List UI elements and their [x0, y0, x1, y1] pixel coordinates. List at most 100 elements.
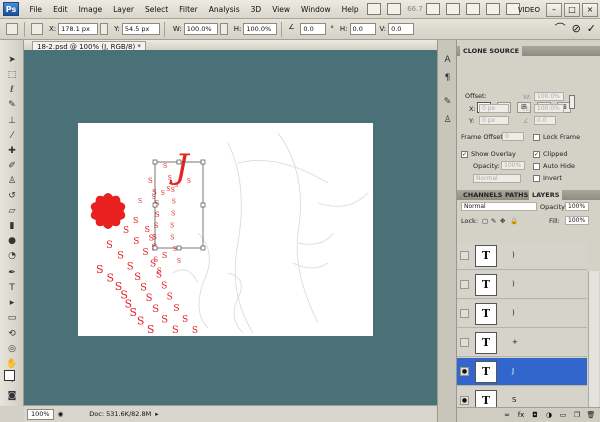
transform-tool-icon[interactable] — [6, 23, 18, 35]
layer-style-icon[interactable]: fx — [516, 410, 526, 420]
lock-all-icon[interactable]: 🔒 — [510, 217, 518, 225]
lasso-tool-icon[interactable]: ℓ — [5, 84, 19, 96]
add-mask-icon[interactable]: ◘ — [530, 410, 540, 420]
menu-select[interactable]: Select — [140, 0, 174, 19]
menu-image[interactable]: Image — [73, 0, 108, 19]
commit-transform-icon[interactable]: ✓ — [587, 22, 596, 36]
scale-h-field[interactable]: 100.0% — [534, 104, 564, 113]
scale-w-field[interactable]: 100.0% — [534, 92, 564, 101]
frame-offset-field[interactable]: 0 — [502, 132, 524, 141]
reset-transform-icon[interactable] — [569, 95, 575, 109]
layer-row[interactable]: T) — [457, 271, 587, 299]
relative-position-icon[interactable] — [100, 23, 109, 35]
gradient-tool-icon[interactable]: ▮ — [5, 220, 19, 232]
fill-field[interactable]: 100% — [565, 216, 589, 225]
overlay-opacity-field[interactable]: 100% — [501, 161, 525, 170]
shape-tool-icon[interactable]: ▭ — [5, 312, 19, 324]
cancel-transform-icon[interactable]: ⊘ — [572, 22, 581, 36]
brushes-panel-icon[interactable]: ✎ — [441, 96, 454, 109]
rotate-angle-field[interactable]: 0.0 — [534, 116, 556, 125]
new-layer-icon[interactable]: ❐ — [572, 410, 582, 420]
visibility-eye-icon[interactable] — [460, 251, 469, 260]
layer-row[interactable]: T + — [457, 329, 587, 357]
menu-filter[interactable]: Filter — [174, 0, 204, 19]
healing-tool-icon[interactable]: ✚ — [5, 145, 19, 157]
warp-toggle-icon[interactable]: ⌒ — [555, 22, 566, 36]
zoom-level[interactable]: 66.7 — [407, 5, 423, 13]
tab-clone-source[interactable]: CLONE SOURCE — [460, 46, 523, 56]
x-field[interactable]: 178.1 px — [58, 23, 99, 35]
marquee-tool-icon[interactable]: ⬚ — [5, 69, 19, 81]
w-field[interactable]: 100.0% — [183, 23, 218, 35]
menu-layer[interactable]: Layer — [108, 0, 140, 19]
layer-opacity-field[interactable]: 100% — [565, 202, 589, 211]
maximize-button[interactable]: □ — [564, 2, 580, 17]
visibility-eye-icon[interactable] — [460, 309, 469, 318]
menu-window[interactable]: Window — [296, 0, 337, 19]
type-tool-icon[interactable]: T — [5, 282, 19, 294]
close-button[interactable]: × — [582, 2, 598, 17]
link-layers-icon[interactable]: ∞ — [502, 410, 512, 420]
path-select-tool-icon[interactable]: ▸ — [5, 297, 19, 309]
hand-icon[interactable] — [425, 3, 440, 15]
quick-select-tool-icon[interactable]: ✎ — [5, 99, 19, 111]
skew-h-field[interactable]: 0.0 — [349, 23, 376, 35]
menu-view[interactable]: View — [267, 0, 296, 19]
link-icon[interactable] — [219, 23, 228, 35]
layer-row[interactable]: T) — [457, 242, 587, 270]
lock-position-icon[interactable]: ✥ — [500, 217, 505, 225]
3d-orbit-tool-icon[interactable]: ◎ — [5, 343, 19, 355]
skew-v-field[interactable]: 0.0 — [388, 23, 415, 35]
layers-scrollbar[interactable] — [588, 271, 599, 407]
status-zoom-field[interactable]: 100% — [27, 408, 54, 420]
tab-layers[interactable]: LAYERS — [529, 190, 563, 200]
menu-analysis[interactable]: Analysis — [203, 0, 245, 19]
foreground-color-swatch[interactable] — [4, 370, 15, 381]
3d-rotate-tool-icon[interactable]: ⟲ — [5, 328, 19, 340]
paragraph-panel-icon[interactable]: ¶ — [441, 72, 454, 85]
visibility-eye-icon[interactable]: ● — [460, 367, 469, 376]
visibility-eye-icon[interactable]: ● — [460, 396, 469, 405]
menu-3d[interactable]: 3D — [245, 0, 267, 19]
hand-tool-icon[interactable]: ✋ — [5, 358, 19, 370]
y-field[interactable]: 54.5 px — [121, 23, 160, 35]
lock-frame-checkbox[interactable] — [533, 134, 540, 141]
clone-source-panel-icon[interactable]: ♙ — [441, 114, 454, 127]
history-brush-tool-icon[interactable]: ↺ — [5, 190, 19, 202]
tab-paths[interactable]: PATHS — [502, 190, 531, 200]
workspace-switcher[interactable]: VIDEO — [518, 6, 540, 14]
blur-tool-icon[interactable]: ● — [5, 235, 19, 247]
canvas-area[interactable]: SSSSSSSSSSSSSSSSSSSSSSSSSSSSSSSSSSSSSSSS… — [24, 50, 437, 405]
dodge-tool-icon[interactable]: ◔ — [5, 250, 19, 262]
pen-tool-icon[interactable]: ✒ — [5, 267, 19, 279]
rotate-view-icon[interactable] — [465, 3, 480, 15]
h-field[interactable]: 100.0% — [243, 23, 278, 35]
crop-tool-icon[interactable]: ⊥ — [5, 115, 19, 127]
angle-field[interactable]: 0.0 — [300, 23, 327, 35]
offset-y-field[interactable]: 0 px — [479, 116, 509, 125]
lock-transparent-icon[interactable]: ▢ — [482, 217, 488, 225]
tab-channels[interactable]: CHANNELS — [460, 190, 505, 200]
visibility-eye-icon[interactable] — [460, 280, 469, 289]
menu-help[interactable]: Help — [336, 0, 364, 19]
visibility-eye-icon[interactable] — [460, 338, 469, 347]
status-arrow-icon[interactable]: ▸ — [155, 410, 158, 418]
auto-hide-checkbox[interactable] — [533, 163, 540, 170]
menu-file[interactable]: File — [24, 0, 48, 19]
artboard[interactable]: SSSSSSSSSSSSSSSSSSSSSSSSSSSSSSSSSSSSSSSS… — [78, 123, 373, 336]
layer-row[interactable]: T) — [457, 300, 587, 328]
status-menu-icon[interactable]: ◉ — [58, 410, 64, 418]
invert-checkbox[interactable] — [533, 175, 540, 182]
quick-mask-icon[interactable]: ◙ — [5, 390, 19, 402]
move-tool-icon[interactable]: ➤ — [5, 54, 19, 66]
clipped-checkbox[interactable]: ✓ — [533, 151, 540, 158]
bridge-icon[interactable] — [367, 3, 382, 15]
new-group-icon[interactable]: ▭ — [558, 410, 568, 420]
zoom-icon[interactable] — [445, 3, 460, 15]
show-overlay-checkbox[interactable]: ✓ — [461, 151, 468, 158]
adjustment-layer-icon[interactable]: ◑ — [544, 410, 554, 420]
eraser-tool-icon[interactable]: ▱ — [5, 205, 19, 217]
reference-point-icon[interactable] — [31, 23, 43, 35]
offset-x-field[interactable]: 0 px — [479, 104, 509, 113]
layer-row[interactable]: ● T J — [457, 358, 587, 386]
